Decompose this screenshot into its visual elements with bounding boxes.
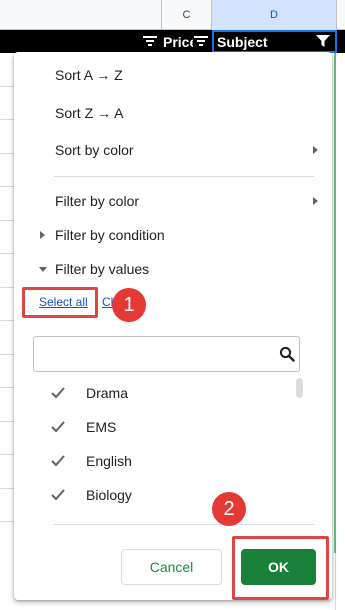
filter-by-color-item[interactable]: Filter by color <box>14 184 332 218</box>
filter-by-values-item[interactable]: Filter by values <box>14 252 332 286</box>
filter-by-color-label: Filter by color <box>55 193 140 209</box>
values-search-input[interactable] <box>40 343 270 365</box>
column-header-d[interactable]: D <box>212 0 337 30</box>
sort-by-color-item[interactable]: Sort by color <box>14 133 332 167</box>
filter-icon[interactable] <box>194 35 208 47</box>
row-gridline <box>0 387 14 388</box>
step-1-badge: 1 <box>112 288 146 322</box>
row-gridline <box>0 320 14 321</box>
row-gridline <box>0 119 14 120</box>
cancel-button[interactable]: Cancel <box>121 549 222 585</box>
row-gridline <box>0 253 14 254</box>
row-gridline <box>0 421 14 422</box>
sort-a-z-item[interactable]: Sort A → Z <box>14 58 332 92</box>
filter-menu: Sort A → Z Sort Z → A Sort by color Filt… <box>14 52 332 600</box>
check-icon <box>51 489 65 501</box>
filter-active-icon[interactable] <box>316 35 330 48</box>
step-2-badge: 2 <box>212 492 246 526</box>
highlight-box-ok <box>232 536 329 600</box>
filter-by-condition-item[interactable]: Filter by condition <box>14 218 332 252</box>
row-gridline <box>0 454 14 455</box>
value-label: English <box>86 453 132 469</box>
column-header-b[interactable] <box>0 0 162 30</box>
chevron-right-icon <box>40 231 45 239</box>
value-item[interactable]: English <box>14 444 314 478</box>
sort-z-a-item[interactable]: Sort Z → A <box>14 96 332 130</box>
menu-divider <box>54 524 314 525</box>
filter-icon[interactable] <box>143 35 157 47</box>
row-gridline <box>0 287 14 288</box>
header-cell-subject-label: Subject <box>217 33 268 50</box>
row-gridline <box>0 354 14 355</box>
sort-z-a-label: Sort Z → A <box>55 105 124 121</box>
column-d-cells <box>335 53 345 610</box>
row-gridline <box>0 86 14 87</box>
search-icon <box>279 346 295 362</box>
check-icon <box>51 421 65 433</box>
spreadsheet-filter-view: C D Price Subject Sort A → Z Sort Z → A … <box>0 0 345 610</box>
filter-by-condition-label: Filter by condition <box>55 227 165 243</box>
row-gridline <box>0 153 14 154</box>
value-item[interactable]: Drama <box>14 376 314 410</box>
values-scrollbar[interactable] <box>296 378 303 398</box>
check-icon <box>51 455 65 467</box>
row-gridline <box>0 488 14 489</box>
value-label: Biology <box>86 487 132 503</box>
row-gridline <box>0 220 14 221</box>
submenu-arrow-icon <box>313 197 318 205</box>
submenu-arrow-icon <box>313 146 318 154</box>
highlight-box-select-all <box>22 287 98 318</box>
value-item[interactable]: Biology <box>14 478 314 504</box>
menu-divider <box>54 176 314 177</box>
check-icon <box>51 387 65 399</box>
sort-by-color-label: Sort by color <box>55 142 134 158</box>
column-header-c[interactable]: C <box>162 0 212 30</box>
selection-border <box>334 53 336 553</box>
values-list: Drama EMS English Biology <box>14 376 332 504</box>
filter-by-values-label: Filter by values <box>55 261 150 277</box>
header-cell-price[interactable]: Price <box>163 30 193 53</box>
value-item[interactable]: EMS <box>14 410 314 444</box>
row-gridline <box>0 521 14 522</box>
chevron-down-icon <box>39 266 47 272</box>
value-label: Drama <box>86 385 129 401</box>
sort-a-z-label: Sort A → Z <box>55 67 123 83</box>
values-search-box[interactable] <box>33 336 300 372</box>
row-gridline <box>0 186 14 187</box>
value-label: EMS <box>86 419 117 435</box>
